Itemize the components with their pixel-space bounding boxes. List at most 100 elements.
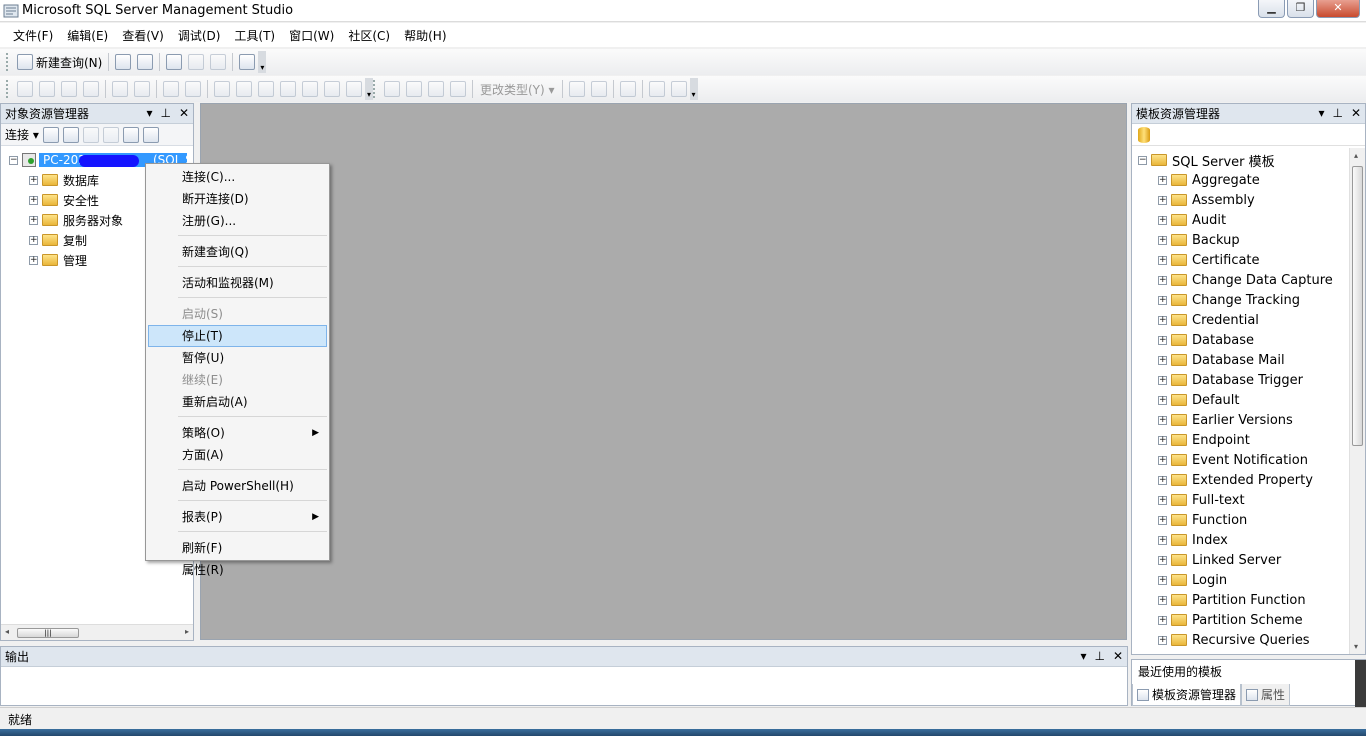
group-by-button[interactable] (617, 78, 639, 100)
tab-properties[interactable]: 属性 (1241, 684, 1291, 706)
collapse-icon[interactable]: − (9, 155, 18, 165)
analysis-query-button[interactable] (134, 51, 156, 73)
pin-icon[interactable]: ⊥ (1332, 106, 1342, 120)
expand-icon[interactable]: + (1158, 175, 1167, 185)
activity-monitor-button[interactable] (236, 51, 258, 73)
pin-icon[interactable]: ⊥ (160, 106, 170, 120)
toolbar-overflow-button[interactable]: ▾ (365, 78, 373, 100)
designer-button-9[interactable] (211, 78, 233, 100)
template-node[interactable]: + Endpoint (1138, 430, 1365, 450)
expand-icon[interactable]: + (1158, 355, 1167, 365)
designer-button-7[interactable] (160, 78, 182, 100)
expand-icon[interactable]: + (1158, 535, 1167, 545)
menu-file[interactable]: 文件(F) (6, 23, 60, 47)
template-node[interactable]: + Database (1138, 330, 1365, 350)
template-node[interactable]: + Certificate (1138, 250, 1365, 270)
menu-debug[interactable]: 调试(D) (171, 23, 228, 47)
menu-item-policies[interactable]: 策略(O) ▶ (148, 422, 327, 444)
designer-button-6[interactable] (131, 78, 153, 100)
menu-item-register[interactable]: 注册(G)... (148, 210, 327, 232)
designer-button-3[interactable] (58, 78, 80, 100)
expand-icon[interactable]: + (1158, 615, 1167, 625)
scroll-left-icon[interactable]: ◂ (5, 627, 9, 636)
expand-icon[interactable]: + (1158, 475, 1167, 485)
menu-help[interactable]: 帮助(H) (397, 23, 453, 47)
template-node[interactable]: + Change Tracking (1138, 290, 1365, 310)
template-node[interactable]: + Login (1138, 570, 1365, 590)
menu-view[interactable]: 查看(V) (115, 23, 171, 47)
expand-icon[interactable]: + (1158, 495, 1167, 505)
summary-icon[interactable] (142, 126, 159, 143)
toolbar-overflow-button[interactable]: ▾ (258, 51, 267, 73)
new-query-button[interactable]: 新建查询(N) (14, 51, 105, 73)
menu-item-facets[interactable]: 方面(A) (148, 444, 327, 466)
designer-button-14[interactable] (321, 78, 343, 100)
menu-item-properties[interactable]: 属性(R) (148, 559, 327, 581)
designer-button-5[interactable] (109, 78, 131, 100)
expand-icon[interactable]: + (1158, 575, 1167, 585)
dropdown-arrow-icon[interactable]: ▾ (146, 106, 152, 120)
expand-icon[interactable]: + (1158, 295, 1167, 305)
scroll-right-icon[interactable]: ▸ (185, 627, 189, 636)
disconnect-icon[interactable] (62, 126, 79, 143)
template-node[interactable]: + Index (1138, 530, 1365, 550)
expand-icon[interactable]: + (1158, 335, 1167, 345)
connect-icon[interactable] (42, 126, 59, 143)
designer-button-18[interactable] (425, 78, 447, 100)
menu-item-pause[interactable]: 暂停(U) (148, 347, 327, 369)
menu-item-restart[interactable]: 重新启动(A) (148, 391, 327, 413)
template-node[interactable]: + Partition Function (1138, 590, 1365, 610)
designer-button-10[interactable] (233, 78, 255, 100)
print-button[interactable] (207, 51, 229, 73)
close-button[interactable]: ✕ (1316, 0, 1360, 18)
designer-button-12[interactable] (277, 78, 299, 100)
dropdown-arrow-icon[interactable]: ▾ (1080, 649, 1086, 663)
menu-item-refresh[interactable]: 刷新(F) (148, 537, 327, 559)
designer-button-11[interactable] (255, 78, 277, 100)
expand-icon[interactable]: + (1158, 435, 1167, 445)
template-node[interactable]: + Database Trigger (1138, 370, 1365, 390)
stop-icon[interactable] (82, 126, 99, 143)
execute-sql-button[interactable] (566, 78, 588, 100)
designer-button-2[interactable] (36, 78, 58, 100)
toolbar-grip[interactable] (6, 53, 10, 71)
expand-icon[interactable]: + (1158, 235, 1167, 245)
expand-icon[interactable]: + (1158, 555, 1167, 565)
expand-icon[interactable]: + (29, 235, 38, 245)
add-derived-table-button[interactable] (668, 78, 690, 100)
menu-item-connect[interactable]: 连接(C)... (148, 166, 327, 188)
template-node[interactable]: + Extended Property (1138, 470, 1365, 490)
template-node[interactable]: + Default (1138, 390, 1365, 410)
designer-button-17[interactable] (403, 78, 425, 100)
expand-icon[interactable]: + (1158, 255, 1167, 265)
template-node[interactable]: + Aggregate (1138, 170, 1365, 190)
designer-button-15[interactable] (343, 78, 365, 100)
expand-icon[interactable]: + (1158, 375, 1167, 385)
menu-community[interactable]: 社区(C) (341, 23, 397, 47)
expand-icon[interactable]: + (1158, 595, 1167, 605)
template-node[interactable]: + Database Mail (1138, 350, 1365, 370)
close-icon[interactable]: ✕ (179, 106, 189, 120)
toolbar-overflow-button[interactable]: ▾ (689, 78, 698, 100)
menu-item-reports[interactable]: 报表(P) ▶ (148, 506, 327, 528)
designer-button-1[interactable] (14, 78, 36, 100)
designer-button-19[interactable] (447, 78, 469, 100)
template-node[interactable]: + Recursive Queries (1138, 630, 1365, 650)
connect-dropdown[interactable]: 连接 ▾ (5, 126, 39, 143)
template-node[interactable]: + Assembly (1138, 190, 1365, 210)
toolbar-grip[interactable] (6, 80, 10, 98)
expand-icon[interactable]: + (1158, 455, 1167, 465)
refresh-icon[interactable] (122, 126, 139, 143)
minimize-button[interactable]: ▁ (1258, 0, 1285, 18)
scroll-down-icon[interactable]: ▾ (1354, 642, 1358, 651)
verify-sql-button[interactable] (588, 78, 610, 100)
expand-icon[interactable]: + (1158, 415, 1167, 425)
designer-button-4[interactable] (80, 78, 102, 100)
scroll-thumb[interactable] (1352, 166, 1363, 446)
save-button[interactable] (185, 51, 207, 73)
collapse-icon[interactable]: − (1138, 155, 1147, 165)
scroll-up-icon[interactable]: ▴ (1354, 151, 1358, 160)
template-node[interactable]: + Partition Scheme (1138, 610, 1365, 630)
database-engine-query-button[interactable] (112, 51, 134, 73)
menu-item-powershell[interactable]: 启动 PowerShell(H) (148, 475, 327, 497)
